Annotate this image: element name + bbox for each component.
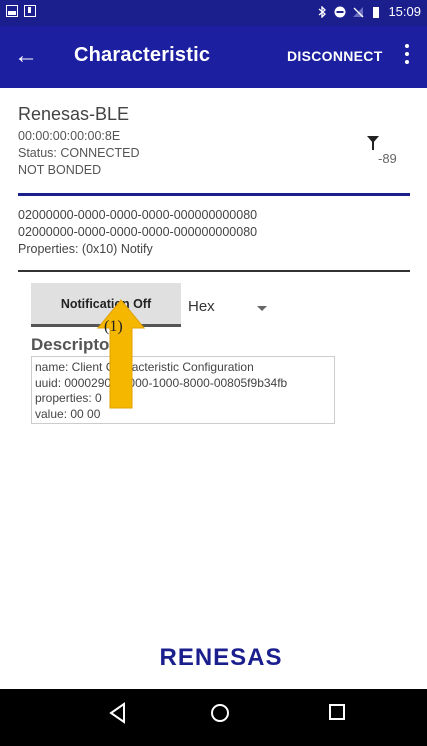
navigation-bar [0, 689, 427, 746]
annotation-label: (1) [104, 318, 123, 335]
svg-text:RENESAS: RENESAS [159, 644, 282, 671]
app-bar: ← Characteristic DISCONNECT [0, 26, 427, 88]
nav-back-icon[interactable] [108, 702, 128, 724]
descriptor-properties: properties: 0 [35, 391, 102, 405]
descriptor-name: name: Client Characteristic Configuratio… [35, 360, 254, 374]
disconnect-button[interactable]: DISCONNECT [287, 48, 383, 64]
divider [18, 270, 410, 272]
characteristic-properties: Properties: (0x10) Notify [18, 242, 153, 256]
device-name: Renesas-BLE [18, 104, 130, 124]
nav-recents-icon[interactable] [329, 704, 345, 720]
service-uuid: 02000000-0000-0000-0000-000000000080 [18, 208, 258, 222]
descriptor-value: value: 00 00 [35, 406, 101, 421]
download-icon [24, 5, 36, 17]
status-bar-left [6, 5, 36, 17]
image-icon [6, 5, 18, 17]
device-address: 00:00:00:00:00:8E [18, 129, 121, 143]
more-vert-icon[interactable] [404, 44, 410, 68]
format-select[interactable]: Hex [188, 292, 278, 320]
renesas-logo: RENESAS [159, 644, 282, 671]
rssi-value: -89 [378, 151, 397, 166]
page-title: Characteristic [74, 44, 211, 66]
status-time: 15:09 [388, 4, 421, 19]
descriptor-card[interactable]: name: Client Characteristic Configuratio… [31, 356, 335, 424]
arrow-left-icon[interactable]: ← [14, 42, 38, 70]
bluetooth-icon [319, 5, 327, 18]
chevron-down-icon [257, 306, 267, 311]
annotation-arrow [97, 299, 145, 409]
characteristic-info: 02000000-0000-0000-0000-000000000080 020… [18, 207, 257, 258]
characteristic-uuid: 02000000-0000-0000-0000-000000000080 [18, 225, 258, 239]
descriptor-uuid: uuid: 00002902-0000-1000-8000-00805f9b34… [35, 375, 288, 390]
nav-home-icon[interactable] [211, 704, 229, 722]
divider [18, 193, 410, 196]
format-select-value: Hex [188, 298, 215, 315]
dnd-icon [334, 6, 346, 17]
battery-icon [373, 6, 380, 18]
status-bar: 15:09 [0, 0, 427, 26]
device-bond: NOT BONDED [18, 163, 102, 177]
device-status: Status: CONNECTED [18, 146, 140, 160]
device-info: Renesas-BLE 00:00:00:00:00:8E Status: CO… [18, 104, 140, 179]
status-bar-right: 15:09 [316, 4, 421, 19]
no-signal-icon [353, 6, 364, 17]
antenna-icon [367, 136, 379, 150]
